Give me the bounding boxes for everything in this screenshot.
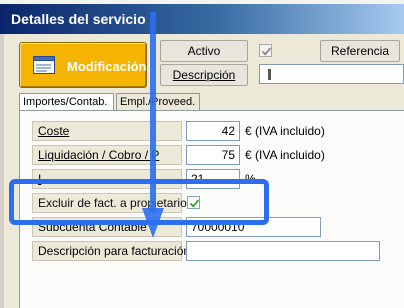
activo-checkbox[interactable] (259, 44, 272, 57)
activo-text: Activo (187, 44, 221, 58)
reference-button[interactable]: Referencia (320, 40, 400, 62)
description-input[interactable] (259, 64, 404, 84)
modify-button[interactable]: Modificación (19, 42, 147, 88)
tab-importes-contab[interactable]: Importes/Contab. (19, 93, 114, 111)
highlight-box (9, 179, 269, 225)
desc-fact-label: Descripción para facturación (32, 241, 191, 261)
down-arrow-icon (142, 12, 164, 238)
tab-importes-label: Importes/Contab. (23, 96, 108, 108)
modify-button-label: Modificación (67, 59, 147, 74)
title-bar: Detalles del servicio (0, 4, 404, 34)
coste-input[interactable]: 42 (186, 121, 240, 141)
description-label: Descripción (172, 68, 236, 82)
liquidacion-input[interactable]: 75 (186, 145, 240, 165)
window-title: Detalles del servicio (11, 11, 146, 27)
service-details-window: Detalles del servicio Modificación Activ… (0, 0, 404, 308)
text-caret (268, 69, 271, 80)
coste-unit: € (IVA incluido) (245, 124, 325, 138)
description-button[interactable]: Descripción (160, 64, 248, 86)
liquidacion-unit: € (IVA incluido) (245, 148, 325, 162)
form-edit-icon (33, 56, 55, 74)
checkmark-icon (261, 47, 272, 56)
reference-label: Referencia (330, 44, 390, 58)
desc-fact-input[interactable] (186, 241, 380, 261)
desc-fact-label-text: Descripción para facturación (38, 244, 191, 258)
activo-label: Activo (160, 40, 248, 62)
